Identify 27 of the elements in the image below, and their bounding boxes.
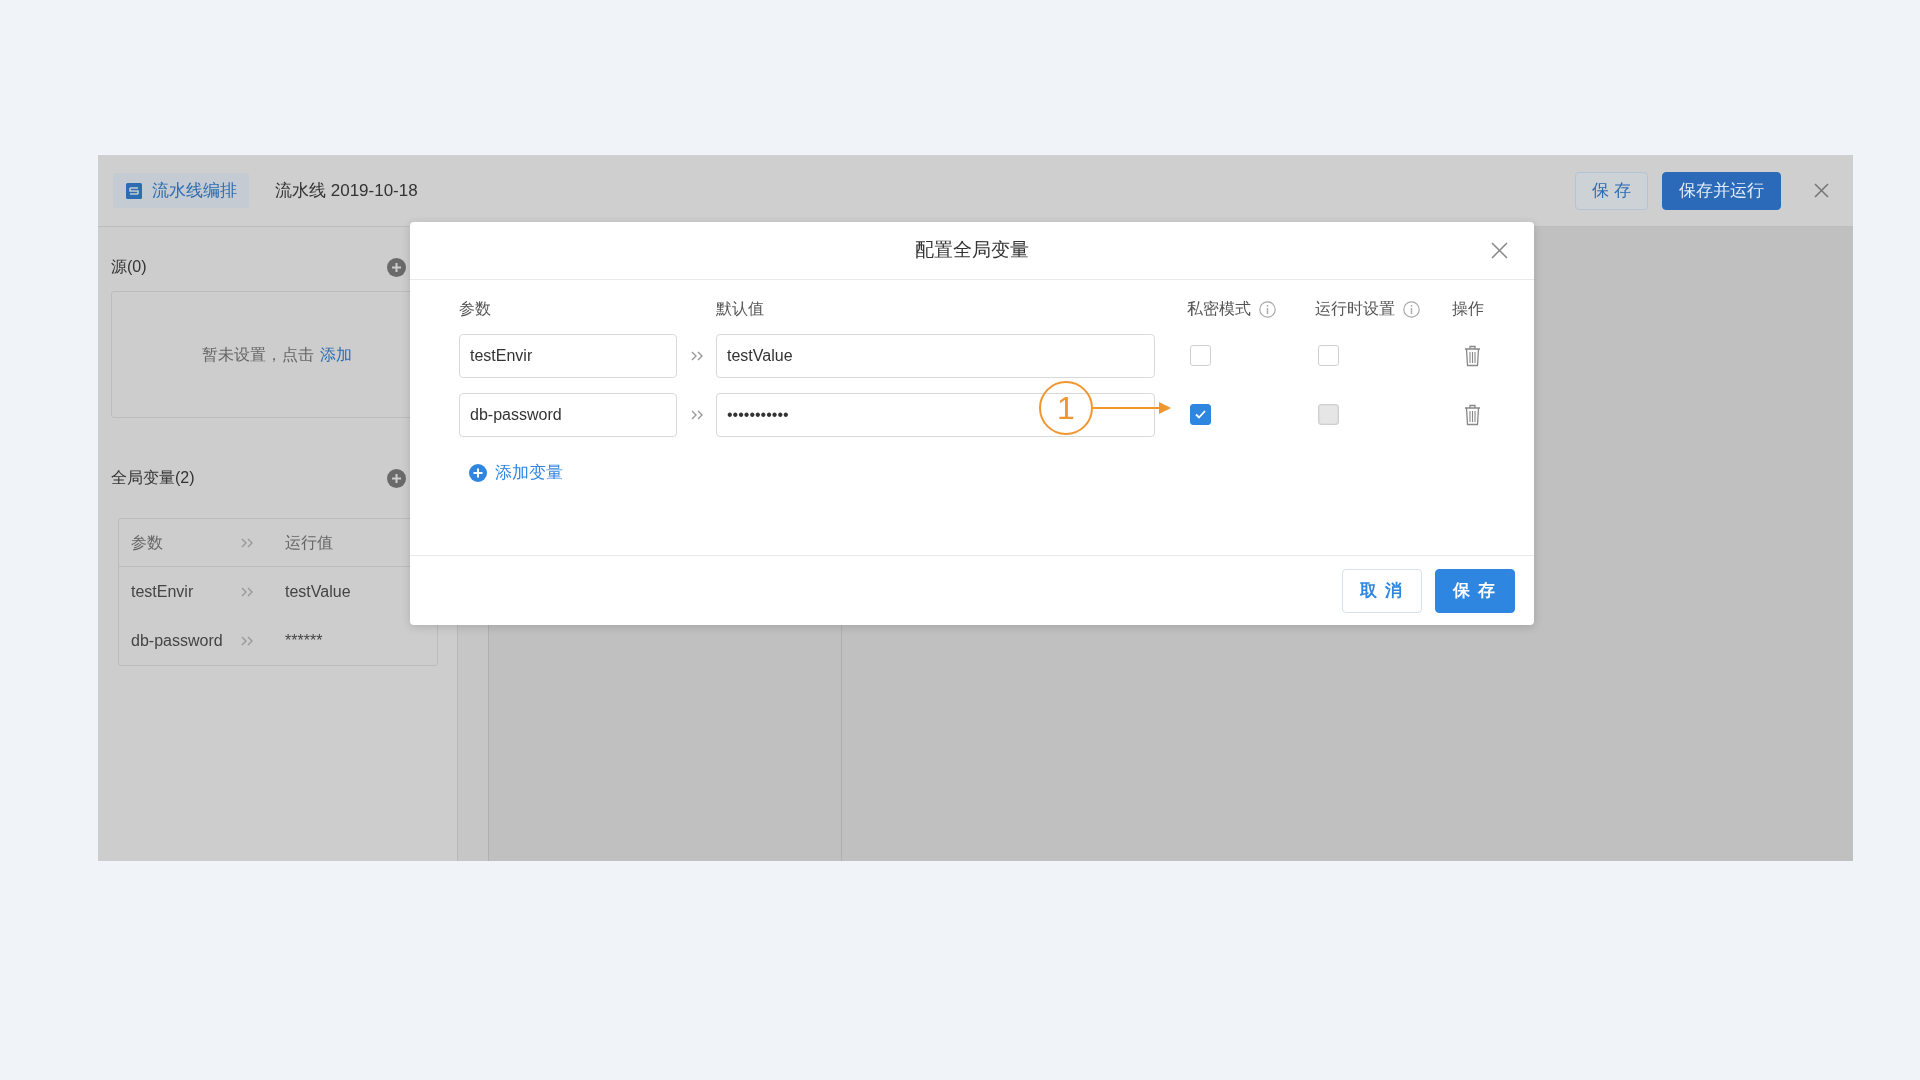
save-button[interactable]: 保 存: [1435, 568, 1515, 613]
save-button[interactable]: 保 存: [1575, 171, 1648, 210]
empty-message: 暂未设置，点击 添加: [202, 344, 352, 365]
column-header: 运行值: [285, 532, 334, 553]
column-header: 默认值: [716, 299, 764, 319]
input-field[interactable]: db-password: [459, 392, 677, 437]
input-field[interactable]: testValue: [716, 333, 1155, 378]
cancel-button[interactable]: 取 消: [1342, 568, 1422, 613]
dialog-title: 配置全局变量: [915, 238, 1029, 263]
add-variable-button[interactable]: 添加变量: [469, 460, 563, 486]
callout-number: 1: [1039, 381, 1093, 435]
column-header: 参数: [131, 532, 164, 553]
section-title: 源(0): [111, 257, 147, 277]
add-link[interactable]: 添加: [320, 345, 352, 363]
table-cell-text: db-password: [131, 630, 224, 651]
column-header: 运行时设置: [1315, 299, 1395, 319]
module-tab[interactable]: 流水线编排: [113, 172, 249, 209]
section-title: 全局变量(2): [111, 468, 195, 488]
table-cell-text: testEnvir: [131, 581, 195, 602]
column-header: 参数: [459, 299, 491, 319]
save-run-button[interactable]: 保存并运行: [1662, 171, 1781, 210]
table-cell-text: ******: [285, 630, 324, 651]
column-header: 操作: [1452, 299, 1484, 319]
input-field[interactable]: testEnvir: [459, 333, 677, 378]
pipeline-name: 流水线 2019-10-18: [275, 179, 418, 202]
table-cell-text: testValue: [285, 581, 352, 602]
column-header: 私密模式: [1187, 299, 1251, 319]
